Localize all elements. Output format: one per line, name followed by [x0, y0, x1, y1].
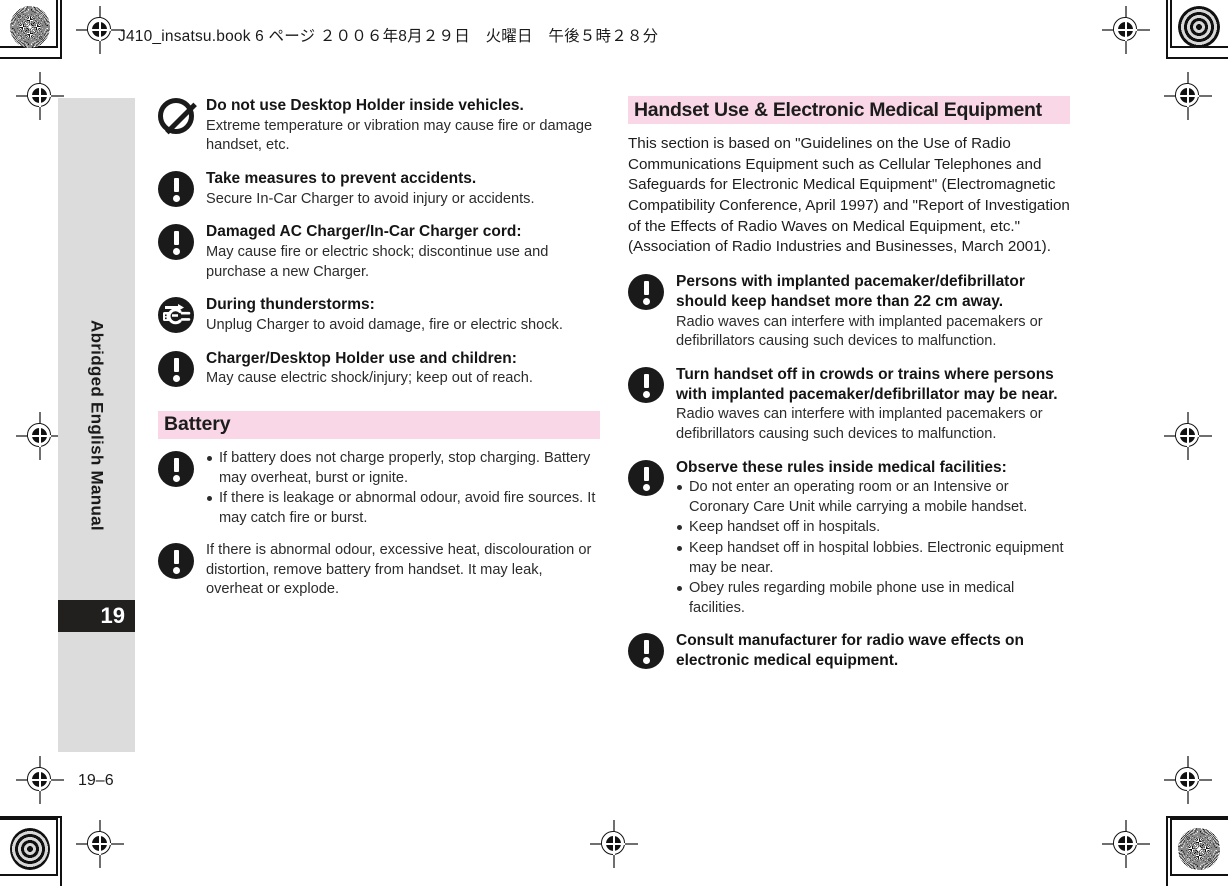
exclamation-icon [158, 224, 194, 261]
registration-mark-top-right [1102, 6, 1150, 54]
exclamation-icon [628, 366, 664, 403]
warning-body: May cause fire or electric shock; discon… [206, 244, 549, 280]
warning-title: Do not use Desktop Holder inside vehicle… [206, 97, 524, 114]
list-item: If there is leakage or abnormal odour, a… [206, 489, 600, 528]
warning-title: Turn handset off in crowds or trains whe… [676, 365, 1058, 403]
warning-body: If there is abnormal odour, excessive he… [206, 542, 592, 598]
exclamation-icon [628, 633, 664, 670]
warning-item: Do not use Desktop Holder inside vehicle… [158, 96, 600, 156]
corner-rule-top-right-2 [1166, 0, 1168, 59]
list-item: If battery does not charge properly, sto… [206, 449, 600, 488]
corner-rule-bottom-right [1166, 816, 1228, 818]
warning-body: Secure In-Car Charger to avoid injury or… [206, 190, 535, 207]
warning-item: Consult manufacturer for radio wave effe… [628, 631, 1070, 671]
registration-mark-bottom-center [590, 820, 638, 868]
section-intro-paragraph: This section is based on "Guidelines on … [628, 135, 1070, 256]
warning-title: Consult manufacturer for radio wave effe… [676, 632, 1024, 670]
warning-title: Damaged AC Charger/In-Car Charger cord: [206, 223, 522, 241]
warning-body: Unplug Charger to avoid damage, fire or … [206, 317, 563, 334]
list-item: Do not enter an operating room or an Int… [676, 478, 1070, 517]
chapter-sidebar-label-text: Abridged English Manual [87, 319, 107, 531]
warning-item: Damaged AC Charger/In-Car Charger cord: … [158, 222, 600, 282]
section-heading-medical: Handset Use & Electronic Medical Equipme… [628, 96, 1070, 124]
medical-bullet-list: Do not enter an operating room or an Int… [676, 478, 1070, 618]
prohibition-icon [158, 98, 194, 134]
registration-mark-inner-top-left [16, 72, 64, 120]
warning-item: Persons with implanted pacemaker/defibri… [628, 272, 1070, 352]
starburst-target-bottom-left [10, 828, 50, 870]
warning-body: Extreme temperature or vibration may cau… [206, 117, 593, 154]
starburst-target-bottom-right [1178, 828, 1220, 870]
registration-mark-bottom-left [76, 820, 124, 868]
list-item: Keep handset off in hospitals. [676, 518, 1070, 538]
left-column: Do not use Desktop Holder inside vehicle… [158, 96, 600, 613]
warning-body: Radio waves can interfere with implanted… [676, 313, 1043, 350]
registration-mark-top-left [76, 6, 124, 54]
registration-mark-bottom-right [1102, 820, 1150, 868]
exclamation-icon [158, 350, 194, 387]
section-heading-battery: Battery [158, 410, 600, 439]
warning-body: May cause electric shock/injury; keep ou… [206, 370, 533, 387]
warning-title: During thunderstorms: [206, 296, 375, 314]
exclamation-icon [628, 459, 664, 496]
chapter-number-tab: 19 [58, 600, 135, 632]
exclamation-icon [158, 450, 194, 487]
battery-warning-item: If there is abnormal odour, excessive he… [158, 541, 600, 600]
battery-warning-item: If battery does not charge properly, sto… [158, 449, 600, 528]
registration-mark-left-middle [16, 412, 64, 460]
exclamation-icon [158, 543, 194, 580]
warning-item: Charger/Desktop Holder use and children:… [158, 349, 600, 389]
exclamation-icon [158, 170, 194, 207]
warning-item: Observe these rules inside medical facil… [628, 458, 1070, 619]
warning-body: Radio waves can interfere with implanted… [676, 406, 1043, 442]
starburst-target-top-right [1178, 6, 1220, 48]
chapter-number: 19 [100, 603, 125, 628]
list-item: Obey rules regarding mobile phone use in… [676, 579, 1070, 618]
right-column: Handset Use & Electronic Medical Equipme… [628, 96, 1070, 684]
warning-item: Take measures to prevent accidents. Secu… [158, 169, 600, 209]
warning-title: Persons with implanted pacemaker/defibri… [676, 273, 1025, 310]
chapter-sidebar-label: Abridged English Manual [58, 98, 135, 752]
corner-rule-top-right [1166, 57, 1228, 59]
corner-rule-top-left [0, 57, 62, 59]
registration-mark-right-middle [1164, 412, 1212, 460]
warning-title: Observe these rules inside medical facil… [676, 458, 1007, 476]
section-heading-medical-text: Handset Use & Electronic Medical Equipme… [634, 98, 1042, 121]
registration-mark-inner-bottom-left [16, 756, 64, 804]
registration-mark-inner-top-right [1164, 72, 1212, 120]
corner-rule-bottom-left [0, 816, 62, 818]
file-slug-line: J410_insatsu.book 6 ページ ２００６年8月２９日 火曜日 午… [118, 28, 659, 45]
warning-title: Take measures to prevent accidents. [206, 169, 477, 187]
list-item: Keep handset off in hospital lobbies. El… [676, 539, 1070, 578]
warning-title: Charger/Desktop Holder use and children: [206, 349, 517, 367]
unplug-icon [158, 297, 194, 334]
exclamation-icon [628, 274, 664, 311]
section-heading-battery-text: Battery [164, 413, 231, 436]
corner-rule-top-left-2 [60, 0, 62, 59]
battery-bullet-list: If battery does not charge properly, sto… [206, 449, 600, 528]
starburst-target-top-left [10, 6, 50, 48]
warning-item: Turn handset off in crowds or trains whe… [628, 365, 1070, 445]
page-folio: 19–6 [78, 772, 114, 789]
registration-mark-inner-bottom-right [1164, 756, 1212, 804]
warning-item: During thunderstorms: Unplug Charger to … [158, 295, 600, 335]
printed-page: J410_insatsu.book 6 ページ ２００６年8月２９日 火曜日 午… [0, 0, 1228, 886]
